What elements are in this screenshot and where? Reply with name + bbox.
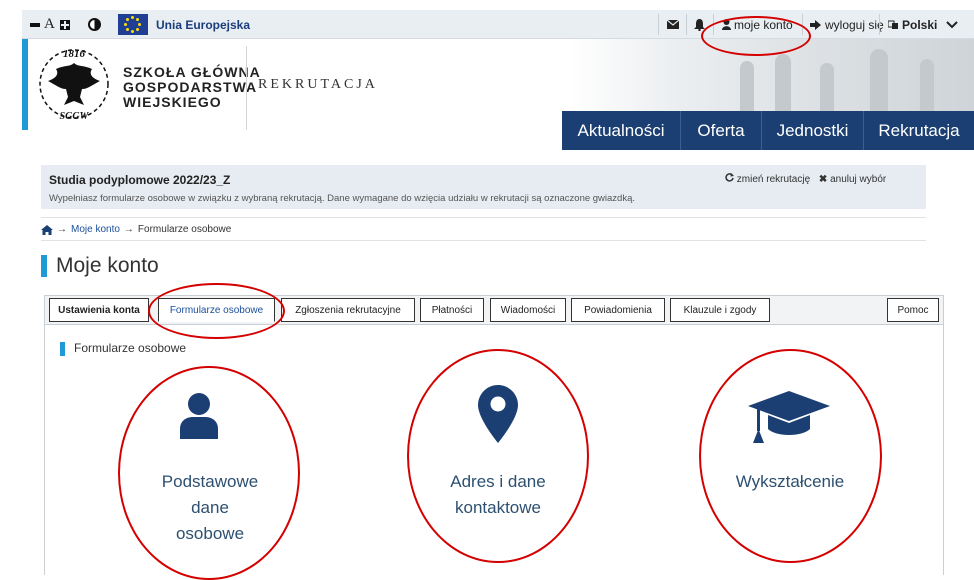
tab-messages[interactable]: Wiadomości xyxy=(490,298,566,322)
mail-icon[interactable] xyxy=(667,10,679,39)
section-title: Formularze osobowe xyxy=(74,341,187,355)
person-icon xyxy=(180,393,218,439)
card-education[interactable]: Wykształcenie xyxy=(700,355,880,555)
cancel-selection-label: anuluj wybór xyxy=(830,174,887,185)
header-building-image xyxy=(570,39,974,111)
tab-account-settings[interactable]: Ustawienia konta xyxy=(49,298,149,322)
school-name-line2: GOSPODARSTWA xyxy=(123,79,258,95)
chevron-down-icon xyxy=(946,20,959,28)
card-basic-personal-data[interactable]: Podstawowe dane osobowe xyxy=(122,375,298,575)
change-recruitment-link[interactable]: zmień rekrutację xyxy=(725,173,813,185)
card-address-contact[interactable]: Adres i dane kontaktowe xyxy=(410,355,586,555)
card-label-line: Wykształcenie xyxy=(735,472,845,491)
language-label: Polski xyxy=(902,17,938,32)
cancel-selection-link[interactable]: ✖ anuluj wybór xyxy=(819,174,886,185)
translate-icon xyxy=(888,20,898,29)
language-selector[interactable]: Polski xyxy=(888,10,959,39)
home-icon[interactable] xyxy=(41,224,53,235)
nav-item-news[interactable]: Aktualności xyxy=(562,111,681,150)
school-name-line3: WIEJSKIEGO xyxy=(123,94,222,110)
tab-payments[interactable]: Płatności xyxy=(420,298,484,322)
nav-item-offer[interactable]: Oferta xyxy=(681,111,762,150)
logout-label: wyloguj się xyxy=(825,17,884,32)
logo-year: 1816 xyxy=(63,48,86,60)
graduation-cap-icon xyxy=(748,391,830,443)
font-decrease-icon[interactable] xyxy=(30,10,40,39)
contrast-icon[interactable] xyxy=(88,10,101,39)
recruitment-description: Wypełniasz formularze osobowe w związku … xyxy=(49,193,636,204)
logout-link[interactable]: wyloguj się xyxy=(810,10,884,39)
location-pin-icon xyxy=(478,385,518,443)
tab-clauses-consents[interactable]: Klauzule i zgody xyxy=(670,298,770,322)
card-label-line: Podstawowe xyxy=(161,472,259,491)
eu-label[interactable]: Unia Europejska xyxy=(156,10,250,39)
breadcrumb-arrow-icon: → xyxy=(57,224,67,235)
nav-item-units[interactable]: Jednostki xyxy=(762,111,864,150)
card-label-line: osobowe xyxy=(175,524,245,543)
recruitment-actions: zmień rekrutację ✖ anuluj wybór xyxy=(725,173,886,185)
breadcrumb: → Moje konto → Formularze osobowe xyxy=(41,224,231,235)
logo-abbr: SGGW xyxy=(60,111,90,122)
school-name-line1: SZKOŁA GŁÓWNA xyxy=(123,64,261,80)
card-label-line: kontaktowe xyxy=(455,498,541,517)
divider xyxy=(41,240,926,241)
top-utility-bar: A Unia Europejska moje konto wyloguj się… xyxy=(22,10,974,39)
header-divider xyxy=(246,46,247,130)
tab-personal-forms[interactable]: Formularze osobowe xyxy=(158,298,275,322)
main-navigation: Aktualności Oferta Jednostki Rekrutacja xyxy=(562,111,974,150)
header-accent-bar xyxy=(22,39,28,130)
change-recruitment-label: zmień rekrutację xyxy=(736,174,811,185)
refresh-icon xyxy=(725,173,734,182)
eu-flag-icon xyxy=(118,14,148,35)
user-icon xyxy=(722,19,731,30)
breadcrumb-arrow-icon: → xyxy=(123,224,134,235)
tab-applications[interactable]: Zgłoszenia rekrutacyjne xyxy=(281,298,415,322)
card-label-line: dane xyxy=(191,498,229,517)
recruitment-title: Studia podyplomowe 2022/23_Z xyxy=(49,173,231,187)
bell-icon[interactable] xyxy=(694,10,705,39)
sggw-logo[interactable]: 1816 SGGW xyxy=(34,45,114,123)
breadcrumb-current: Formularze osobowe xyxy=(137,224,232,235)
breadcrumb-account[interactable]: Moje konto xyxy=(71,224,120,235)
section-accent xyxy=(60,342,65,356)
page-title-accent xyxy=(41,255,47,277)
my-account-label: moje konto xyxy=(734,17,793,32)
system-name: REKRUTACJA xyxy=(258,77,378,92)
divider xyxy=(41,217,926,218)
font-increase-icon[interactable] xyxy=(60,10,70,39)
tab-help[interactable]: Pomoc xyxy=(887,298,939,322)
close-icon: ✖ xyxy=(818,174,828,185)
logout-icon xyxy=(810,19,821,30)
tab-notifications[interactable]: Powiadomienia xyxy=(571,298,665,322)
font-normal-icon[interactable]: A xyxy=(44,10,55,39)
my-account-link[interactable]: moje konto xyxy=(722,10,793,39)
nav-item-recruitment[interactable]: Rekrutacja xyxy=(864,111,974,150)
card-label-line: Adres i dane xyxy=(450,472,546,491)
page-title: Moje konto xyxy=(56,254,159,277)
